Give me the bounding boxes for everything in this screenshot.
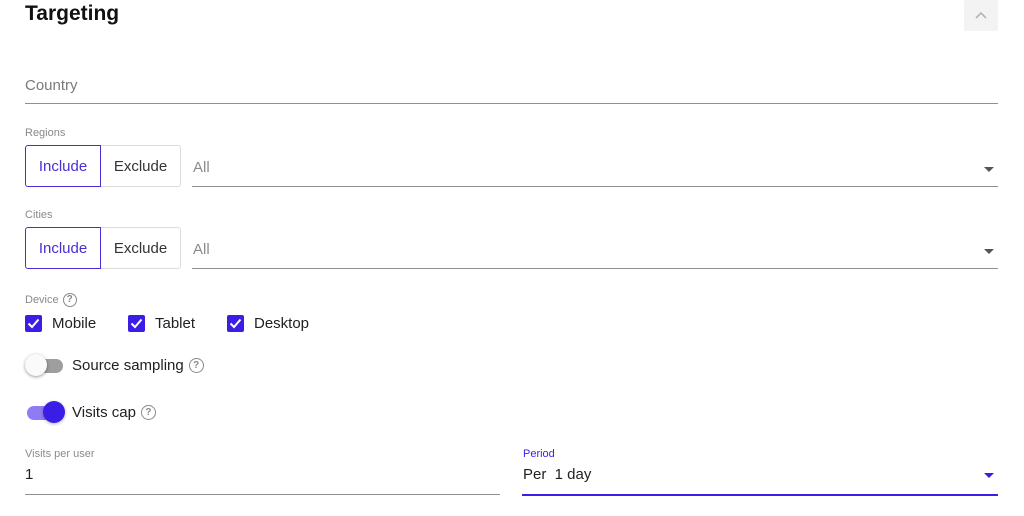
section-title: Targeting <box>25 2 120 25</box>
help-icon[interactable]: ? <box>188 358 204 373</box>
device-label: Device <box>25 294 59 306</box>
period-dropdown-icon[interactable] <box>984 473 994 478</box>
toggle-thumb <box>25 354 47 376</box>
source-sampling-label-row: Source sampling ? <box>72 357 204 374</box>
country-input[interactable]: Country <box>25 77 78 94</box>
toggle-thumb <box>43 401 65 423</box>
period-underline <box>522 494 998 496</box>
device-mobile-label: Mobile <box>52 315 97 332</box>
cities-include-button[interactable]: Include <box>25 227 101 269</box>
device-tablet-label: Tablet <box>155 315 196 332</box>
regions-mode-toggle: Include Exclude <box>25 145 181 187</box>
country-underline <box>25 103 998 104</box>
visits-cap-toggle[interactable] <box>25 400 65 426</box>
regions-include-button[interactable]: Include <box>25 145 101 187</box>
source-sampling-toggle[interactable] <box>25 353 65 379</box>
device-desktop-checkbox[interactable]: Desktop <box>227 315 309 332</box>
period-label: Period <box>523 448 555 460</box>
regions-label: Regions <box>25 127 66 139</box>
help-icon[interactable]: ? <box>140 405 156 420</box>
cities-select[interactable]: All <box>193 241 210 258</box>
device-tablet-checkbox[interactable]: Tablet <box>128 315 195 332</box>
cities-mode-toggle: Include Exclude <box>25 227 181 269</box>
collapse-button[interactable] <box>964 0 998 31</box>
help-icon[interactable]: ? <box>62 293 77 307</box>
cities-underline <box>192 268 998 269</box>
visits-per-user-underline <box>25 494 500 495</box>
visits-per-user-input[interactable]: 1 <box>25 466 33 483</box>
device-label-row: Device ? <box>25 293 77 307</box>
device-desktop-label: Desktop <box>254 315 310 332</box>
device-mobile-checkbox[interactable]: Mobile <box>25 315 96 332</box>
visits-cap-label: Visits cap <box>72 404 136 421</box>
checkbox-checked-icon[interactable] <box>25 315 42 332</box>
source-sampling-label: Source sampling <box>72 357 184 374</box>
checkbox-checked-icon[interactable] <box>128 315 145 332</box>
visits-cap-label-row: Visits cap ? <box>72 404 156 421</box>
cities-exclude-button[interactable]: Exclude <box>101 227 181 269</box>
regions-exclude-button[interactable]: Exclude <box>101 145 181 187</box>
visits-per-user-label: Visits per user <box>25 448 95 460</box>
checkbox-checked-icon[interactable] <box>227 315 244 332</box>
chevron-up-icon <box>974 7 988 25</box>
regions-dropdown-icon[interactable] <box>984 167 994 172</box>
regions-underline <box>192 186 998 187</box>
regions-select[interactable]: All <box>193 159 210 176</box>
cities-label: Cities <box>25 209 53 221</box>
cities-dropdown-icon[interactable] <box>984 249 994 254</box>
period-select[interactable]: Per 1 day <box>523 466 591 483</box>
